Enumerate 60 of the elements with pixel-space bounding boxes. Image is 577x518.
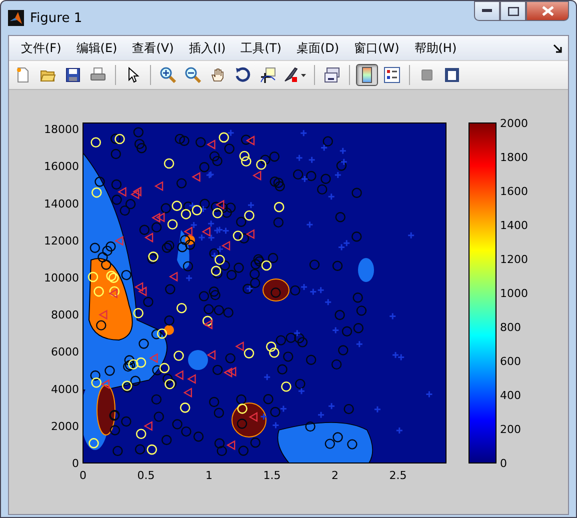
y-tick-label: 2000	[51, 420, 79, 433]
colorbar-tick-label: 1400	[500, 219, 528, 232]
colorbar-tick-label: 1600	[500, 185, 528, 198]
menu-item[interactable]: 编辑(E)	[70, 38, 126, 58]
zoom-out-icon	[185, 67, 201, 83]
colorbar-tick-label: 2000	[500, 117, 528, 130]
y-tick-label: 10000	[44, 272, 79, 284]
maximize-icon	[508, 6, 518, 16]
y-tick-label: 8000	[51, 308, 79, 322]
menu-item[interactable]: 插入(I)	[182, 38, 235, 58]
hand-icon	[210, 67, 226, 83]
toolbar-button[interactable]	[381, 64, 403, 86]
y-tick-label: 18000	[44, 123, 79, 136]
menu-item[interactable]: 文件(F)	[15, 38, 70, 58]
x-tick-label: 2	[332, 469, 338, 482]
printer-icon	[90, 67, 106, 83]
y-tick-label: 4000	[51, 382, 79, 396]
y-tick-label: 0	[72, 457, 79, 470]
y-tick-label: 6000	[51, 346, 79, 359]
save-icon	[65, 67, 81, 83]
y-tick-label: 12000	[44, 234, 79, 248]
colorbar-tick-label: 800	[500, 321, 521, 334]
menu-item[interactable]: 窗口(W)	[348, 38, 408, 58]
window-frame-icon	[444, 67, 460, 83]
menu-item[interactable]: 桌面(D)	[290, 38, 348, 58]
colorbar-tick-label: 600	[500, 355, 521, 368]
brush-icon	[283, 67, 307, 83]
rotate-icon	[235, 67, 251, 83]
linked-plots-icon	[324, 67, 340, 83]
legend-icon	[384, 67, 400, 83]
colorbar-icon	[359, 67, 375, 83]
colorbar-tick-label: 0	[500, 457, 507, 470]
x-tick-label: 2.5	[389, 469, 407, 482]
menu-item[interactable]: 工具(T)	[234, 38, 290, 58]
new-file-icon	[15, 67, 31, 83]
colorbar-tick-label: 1200	[500, 253, 528, 266]
colorbar-tick-label: 1000	[500, 287, 528, 300]
x-tick-label: 0.5	[137, 469, 155, 482]
y-tick-label: 16000	[44, 160, 79, 174]
menu-item[interactable]: 帮助(H)	[408, 38, 466, 58]
toolbar-button[interactable]	[356, 64, 378, 86]
minimize-icon	[482, 9, 492, 13]
maximize-button[interactable]	[500, 1, 526, 21]
minimize-button[interactable]	[474, 1, 500, 21]
close-button[interactable]	[526, 1, 569, 21]
data-cursor-icon	[260, 67, 276, 83]
colorbar-tick-label: 1800	[500, 151, 528, 164]
x-tick-label: 1	[206, 469, 212, 482]
app-logo-icon	[8, 10, 24, 26]
square-icon	[419, 67, 435, 83]
zoom-in-icon	[160, 67, 176, 83]
colorbar-tick-label: 400	[500, 389, 521, 402]
y-tick-label: 14000	[44, 197, 79, 210]
colorbar-tick-label: 200	[500, 423, 521, 436]
close-icon	[542, 6, 554, 16]
x-tick-label: 0	[80, 469, 86, 482]
x-tick-label: 1.5	[263, 469, 281, 482]
window-title: Figure 1	[30, 10, 82, 26]
dock-arrow-icon[interactable]	[553, 44, 562, 52]
menu-item[interactable]: 查看(V)	[126, 38, 183, 58]
